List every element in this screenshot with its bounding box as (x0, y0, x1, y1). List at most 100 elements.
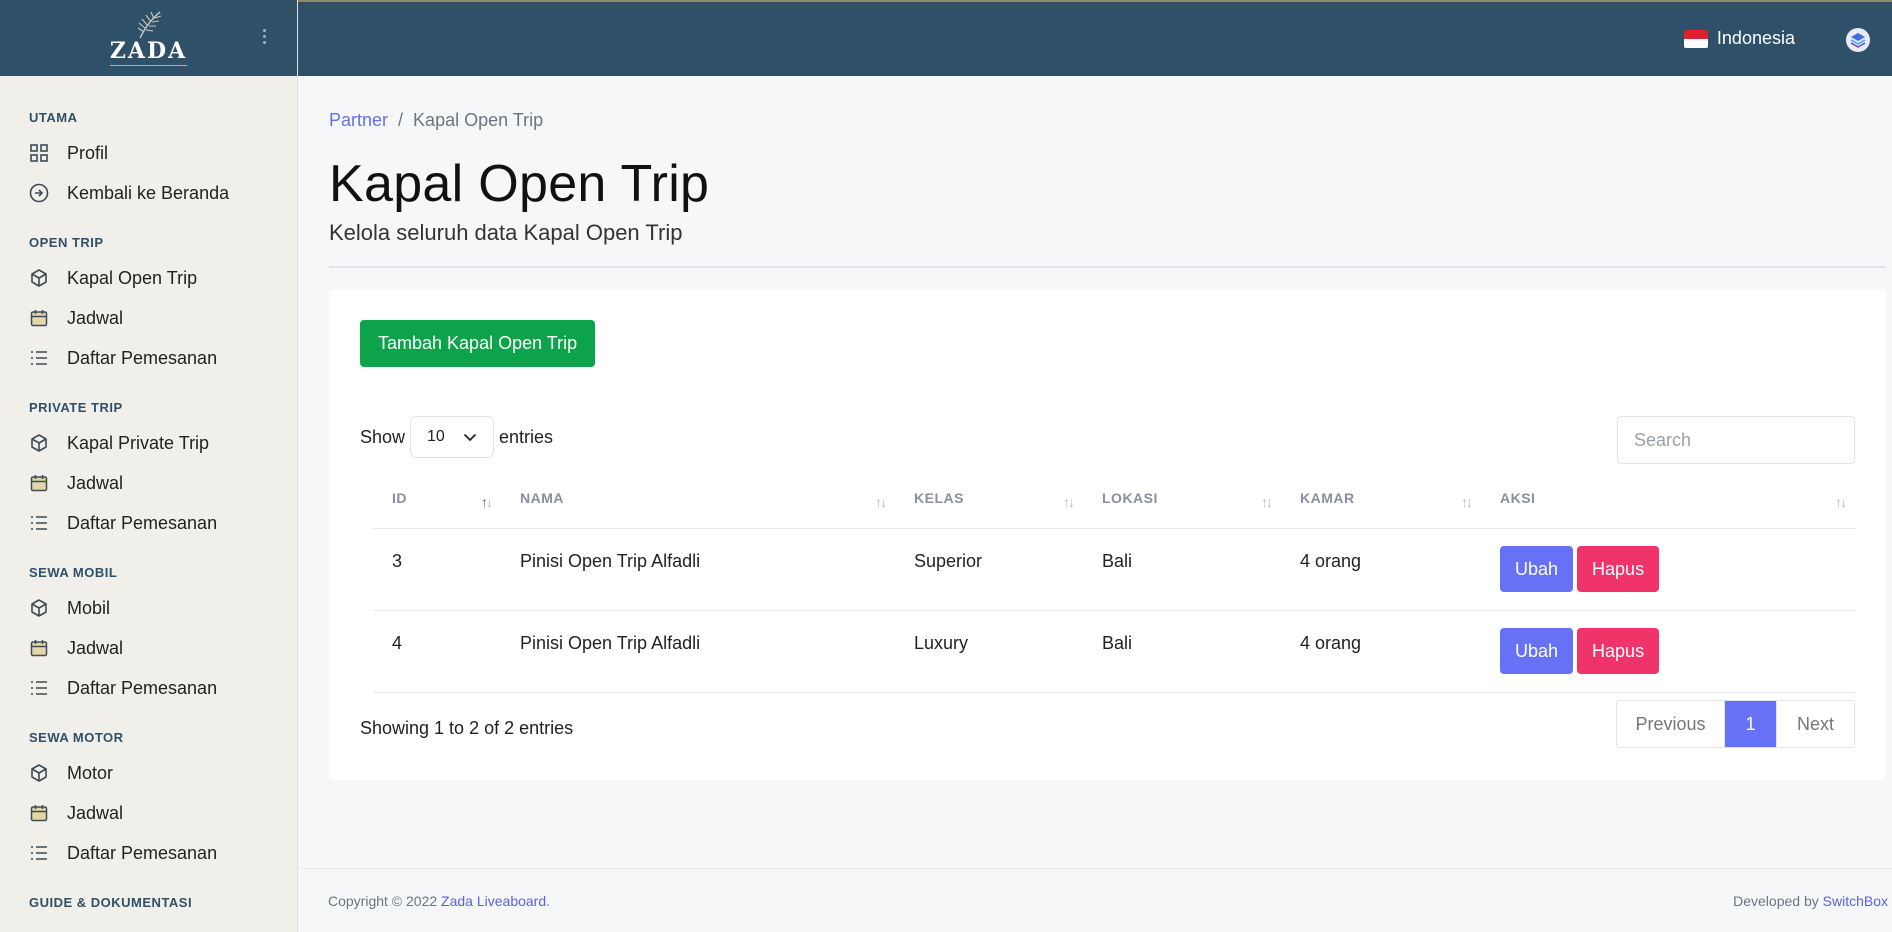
sidebar-item-label: Jadwal (67, 802, 124, 823)
sidebar-item-daftar-pemesanan[interactable]: Daftar Pemesanan (0, 833, 297, 873)
zada-link[interactable]: Zada Liveaboard (441, 893, 546, 909)
sidebar-item-label: Mobil (67, 597, 111, 618)
sidebar-nav: UTAMA Profil Kembali ke Beranda OPEN TRI… (0, 76, 297, 910)
pagination: Previous 1 Next (1616, 700, 1855, 748)
column-header-nama[interactable]: NAMA ↑↓ (501, 468, 895, 529)
nav-heading: OPEN TRIP (29, 235, 104, 250)
sidebar-item-motor[interactable]: Motor (0, 753, 297, 793)
feather-logo-icon (137, 11, 161, 39)
main-content: Partner / Kapal Open Trip Kapal Open Tri… (298, 76, 1892, 932)
sidebar-item-mobil[interactable]: Mobil (0, 588, 297, 628)
switchbox-link[interactable]: SwitchBox (1823, 893, 1888, 909)
column-header-aksi[interactable]: AKSI ↑↓ (1481, 468, 1855, 529)
cell-kelas: Superior (895, 528, 1083, 611)
calendar-icon (29, 473, 49, 493)
brand-logo[interactable]: ZADA (109, 10, 188, 66)
sidebar-item-daftar-pemesanan[interactable]: Daftar Pemesanan (0, 503, 297, 543)
column-label: KELAS (914, 489, 964, 506)
page-1-button[interactable]: 1 (1725, 701, 1777, 747)
sidebar-item-label: Profil (67, 142, 109, 163)
sidebar-item-beranda[interactable]: Kembali ke Beranda (0, 173, 297, 213)
sidebar-item-label: Daftar Pemesanan (67, 842, 218, 863)
box-icon (29, 268, 49, 288)
nav-heading: SEWA MOTOR (29, 730, 124, 745)
entries-label: entries (499, 426, 554, 447)
sidebar-item-label: Motor (67, 762, 114, 783)
sidebar-item-daftar-pemesanan[interactable]: Daftar Pemesanan (0, 338, 297, 378)
next-page-button[interactable]: Next (1777, 701, 1854, 747)
edit-button[interactable]: Ubah (1500, 546, 1574, 592)
breadcrumb-partner-link[interactable]: Partner (329, 110, 388, 131)
nav-section-open-trip: OPEN TRIP Kapal Open Trip Jadwal Daftar … (0, 235, 297, 378)
column-header-kelas[interactable]: KELAS ↑↓ (895, 468, 1083, 529)
developer-credit: Developed by SwitchBox (1733, 893, 1888, 909)
layers-icon (1850, 33, 1866, 48)
search-input[interactable] (1617, 416, 1855, 464)
indonesia-flag-icon (1683, 29, 1708, 48)
cell-aksi: Ubah Hapus (1481, 610, 1855, 693)
nav-section-utama: UTAMA Profil Kembali ke Beranda (0, 110, 297, 213)
delete-button[interactable]: Hapus (1577, 546, 1660, 592)
sidebar-item-jadwal[interactable]: Jadwal (0, 628, 297, 668)
nav-heading: UTAMA (29, 110, 78, 125)
calendar-icon (29, 803, 49, 823)
cell-aksi: Ubah Hapus (1481, 528, 1855, 611)
sort-icon: ↑↓ (1261, 494, 1273, 510)
sidebar-item-jadwal[interactable]: Jadwal (0, 298, 297, 338)
cell-lokasi: Bali (1083, 528, 1281, 611)
sidebar-item-jadwal[interactable]: Jadwal (0, 463, 297, 503)
data-card: Tambah Kapal Open Trip Show 10 entries I… (329, 290, 1886, 780)
nav-heading: PRIVATE TRIP (29, 400, 123, 415)
column-label: KAMAR (1300, 489, 1355, 506)
user-avatar[interactable] (1846, 28, 1870, 52)
sidebar-item-kapal-open-trip[interactable]: Kapal Open Trip (0, 258, 297, 298)
sidebar-item-label: Kapal Open Trip (67, 267, 198, 288)
column-label: AKSI (1500, 489, 1536, 506)
calendar-icon (29, 308, 49, 328)
copyright-suffix: . (546, 892, 551, 909)
cell-id: 3 (373, 528, 501, 611)
footer: Copyright © 2022 Zada Liveaboard. Develo… (298, 868, 1892, 932)
chevron-down-icon (463, 433, 477, 441)
brand-header: ZADA (0, 0, 297, 76)
sidebar-toggle-icon[interactable] (261, 29, 267, 44)
add-kapal-button[interactable]: Tambah Kapal Open Trip (360, 320, 596, 367)
topbar: Indonesia (298, 0, 1892, 76)
column-header-lokasi[interactable]: LOKASI ↑↓ (1083, 468, 1281, 529)
page-subtitle: Kelola seluruh data Kapal Open Trip (329, 220, 683, 245)
sort-icon: ↑↓ (1835, 494, 1847, 510)
column-label: ID (392, 489, 407, 506)
edit-button[interactable]: Ubah (1500, 628, 1574, 674)
box-icon (29, 763, 49, 783)
column-header-id[interactable]: ID ↑↓ (373, 468, 501, 529)
sidebar-item-profil[interactable]: Profil (0, 133, 297, 173)
calendar-icon (29, 638, 49, 658)
column-header-kamar[interactable]: KAMAR ↑↓ (1281, 468, 1481, 529)
nav-section-guide: GUIDE & DOKUMENTASI (0, 895, 297, 910)
sidebar-item-label: Jadwal (67, 637, 124, 658)
list-icon (29, 678, 49, 698)
sidebar-item-label: Jadwal (67, 472, 124, 493)
previous-page-button[interactable]: Previous (1617, 701, 1725, 747)
developed-prefix: Developed by (1733, 892, 1819, 909)
sort-icon: ↑↓ (875, 494, 887, 510)
sidebar-item-label: Daftar Pemesanan (67, 347, 218, 368)
divider (329, 266, 1886, 268)
sidebar-item-label: Kembali ke Beranda (67, 182, 230, 203)
show-label: Show (360, 426, 406, 447)
cell-kamar: 4 orang (1281, 528, 1481, 611)
entries-select[interactable]: 10 (410, 416, 495, 458)
kapal-table: ID ↑↓ NAMA ↑↓ KELAS ↑↓ LOKASI ↑↓ KAMAR ↑↓ AKS… (373, 468, 1855, 693)
breadcrumb-separator: / (398, 110, 404, 130)
list-icon (29, 513, 49, 533)
copyright: Copyright © 2022 Zada Liveaboard. (328, 893, 550, 909)
sidebar-item-daftar-pemesanan[interactable]: Daftar Pemesanan (0, 668, 297, 708)
sidebar-item-label: Daftar Pemesanan (67, 677, 218, 698)
delete-button[interactable]: Hapus (1577, 628, 1660, 674)
column-label: LOKASI (1102, 489, 1158, 506)
list-icon (29, 348, 49, 368)
sidebar-item-kapal-private-trip[interactable]: Kapal Private Trip (0, 423, 297, 463)
cell-nama: Pinisi Open Trip Alfadli (501, 610, 895, 693)
sidebar-item-jadwal[interactable]: Jadwal (0, 793, 297, 833)
language-selector[interactable]: Indonesia (1683, 28, 1795, 49)
